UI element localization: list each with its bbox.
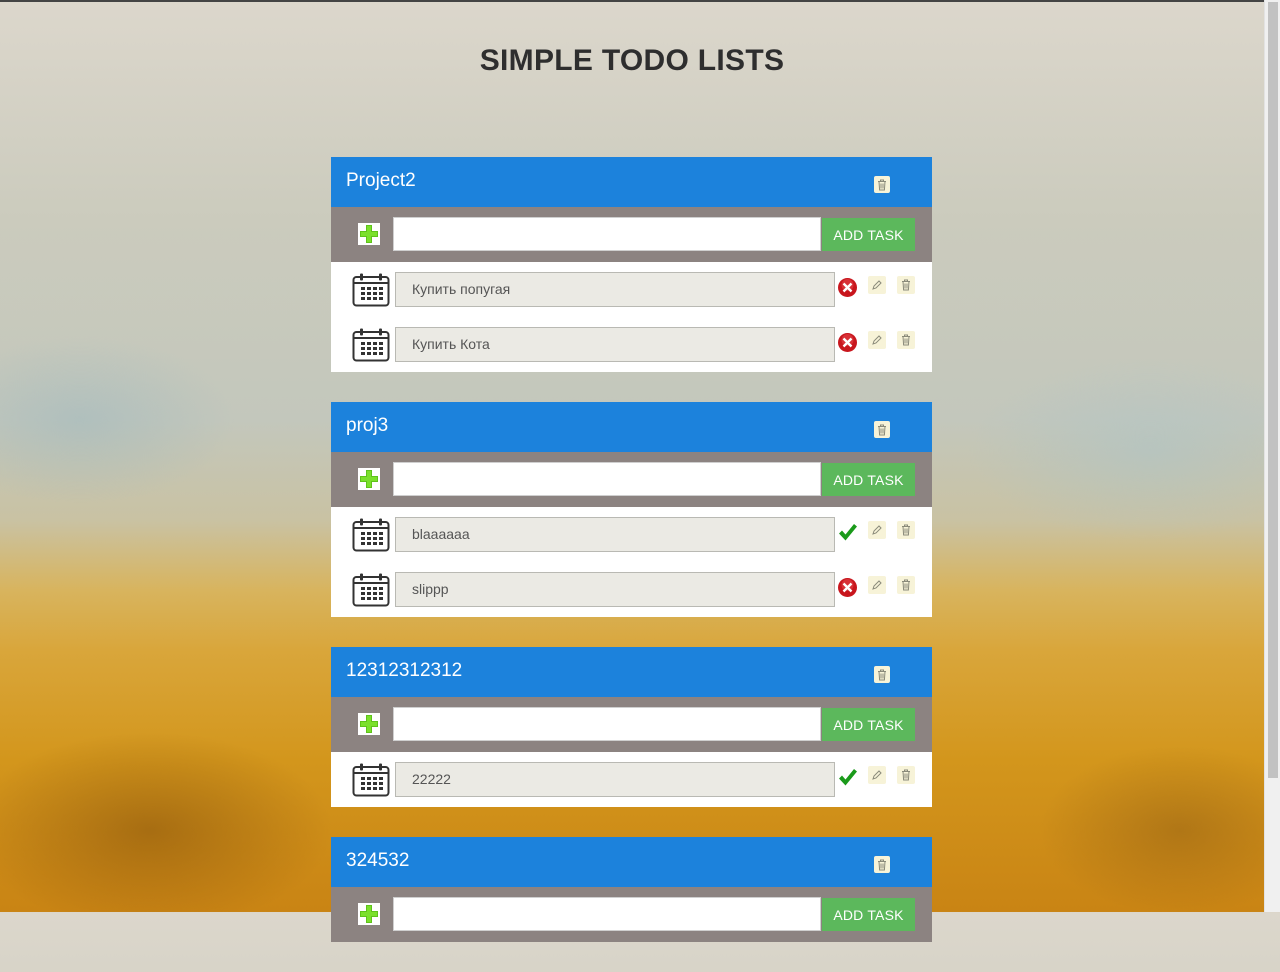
- project-title[interactable]: proj3: [346, 415, 388, 437]
- task-text[interactable]: slippp: [395, 572, 835, 607]
- edit-task-button[interactable]: [868, 331, 886, 349]
- calendar-icon[interactable]: [352, 518, 390, 552]
- delete-task-button[interactable]: [897, 276, 915, 294]
- trash-icon: [902, 334, 910, 346]
- task-text[interactable]: 22222: [395, 762, 835, 797]
- add-task-button[interactable]: ADD TASK: [822, 218, 915, 251]
- new-task-input[interactable]: [393, 217, 821, 251]
- project-title[interactable]: 12312312312: [346, 660, 462, 682]
- pencil-icon: [872, 280, 882, 290]
- project-header: proj3: [331, 402, 932, 452]
- task-row: 22222: [331, 752, 932, 807]
- trash-icon: [878, 859, 886, 870]
- edit-task-button[interactable]: [868, 276, 886, 294]
- project-header: 12312312312: [331, 647, 932, 697]
- task-row: slippp: [331, 562, 932, 617]
- trash-icon: [878, 424, 886, 435]
- task-text[interactable]: blaaaaaa: [395, 517, 835, 552]
- checkmark-icon[interactable]: [837, 767, 858, 788]
- pencil-icon: [872, 770, 882, 780]
- x-circle-icon[interactable]: [837, 277, 858, 298]
- plus-icon: [358, 713, 380, 735]
- add-task-row: ADD TASK: [331, 207, 932, 262]
- window-top-border: [0, 0, 1264, 2]
- delete-task-button[interactable]: [897, 521, 915, 539]
- delete-project-button[interactable]: [874, 176, 890, 193]
- task-list: Купить попугая Купить Кота: [331, 262, 932, 372]
- add-task-button[interactable]: ADD TASK: [822, 708, 915, 741]
- task-row: blaaaaaa: [331, 507, 932, 562]
- add-task-button[interactable]: ADD TASK: [822, 463, 915, 496]
- trash-icon: [902, 524, 910, 536]
- calendar-icon[interactable]: [352, 763, 390, 797]
- plus-icon: [358, 468, 380, 490]
- trash-icon: [878, 669, 886, 680]
- task-text[interactable]: Купить Кота: [395, 327, 835, 362]
- trash-icon: [902, 579, 910, 591]
- task-text[interactable]: Купить попугая: [395, 272, 835, 307]
- calendar-icon[interactable]: [352, 328, 390, 362]
- add-task-row: ADD TASK: [331, 452, 932, 507]
- pencil-icon: [872, 335, 882, 345]
- projects-container: Project2 ADD TASK Купить попугая Купить: [331, 157, 932, 972]
- project-title[interactable]: 324532: [346, 850, 409, 872]
- project-card: Project2 ADD TASK Купить попугая Купить: [331, 157, 932, 372]
- edit-task-button[interactable]: [868, 521, 886, 539]
- add-task-row: ADD TASK: [331, 697, 932, 752]
- delete-project-button[interactable]: [874, 421, 890, 438]
- calendar-icon[interactable]: [352, 573, 390, 607]
- edit-task-button[interactable]: [868, 576, 886, 594]
- project-header: 324532: [331, 837, 932, 887]
- x-circle-icon[interactable]: [837, 577, 858, 598]
- edit-task-button[interactable]: [868, 766, 886, 784]
- delete-task-button[interactable]: [897, 331, 915, 349]
- task-row: Купить попугая: [331, 262, 932, 317]
- new-task-input[interactable]: [393, 897, 821, 931]
- pencil-icon: [872, 580, 882, 590]
- task-list: blaaaaaa slippp: [331, 507, 932, 617]
- pencil-icon: [872, 525, 882, 535]
- project-card: proj3 ADD TASK blaaaaaa slippp: [331, 402, 932, 617]
- scrollbar-thumb[interactable]: [1268, 2, 1278, 778]
- add-task-button[interactable]: ADD TASK: [822, 898, 915, 931]
- project-card: 12312312312 ADD TASK 22222: [331, 647, 932, 807]
- plus-icon: [358, 903, 380, 925]
- page-title: SIMPLE TODO LISTS: [479, 44, 785, 77]
- delete-project-button[interactable]: [874, 856, 890, 873]
- task-list: 22222: [331, 752, 932, 807]
- task-row: Купить Кота: [331, 317, 932, 372]
- delete-project-button[interactable]: [874, 666, 890, 683]
- project-card: 324532 ADD TASK: [331, 837, 932, 942]
- plus-icon: [358, 223, 380, 245]
- project-header: Project2: [331, 157, 932, 207]
- trash-icon: [902, 279, 910, 291]
- vertical-scrollbar[interactable]: [1264, 0, 1280, 912]
- checkmark-icon[interactable]: [837, 522, 858, 543]
- calendar-icon[interactable]: [352, 273, 390, 307]
- project-title[interactable]: Project2: [346, 170, 416, 192]
- delete-task-button[interactable]: [897, 576, 915, 594]
- trash-icon: [878, 179, 886, 190]
- add-task-row: ADD TASK: [331, 887, 932, 942]
- delete-task-button[interactable]: [897, 766, 915, 784]
- trash-icon: [902, 769, 910, 781]
- x-circle-icon[interactable]: [837, 332, 858, 353]
- new-task-input[interactable]: [393, 462, 821, 496]
- new-task-input[interactable]: [393, 707, 821, 741]
